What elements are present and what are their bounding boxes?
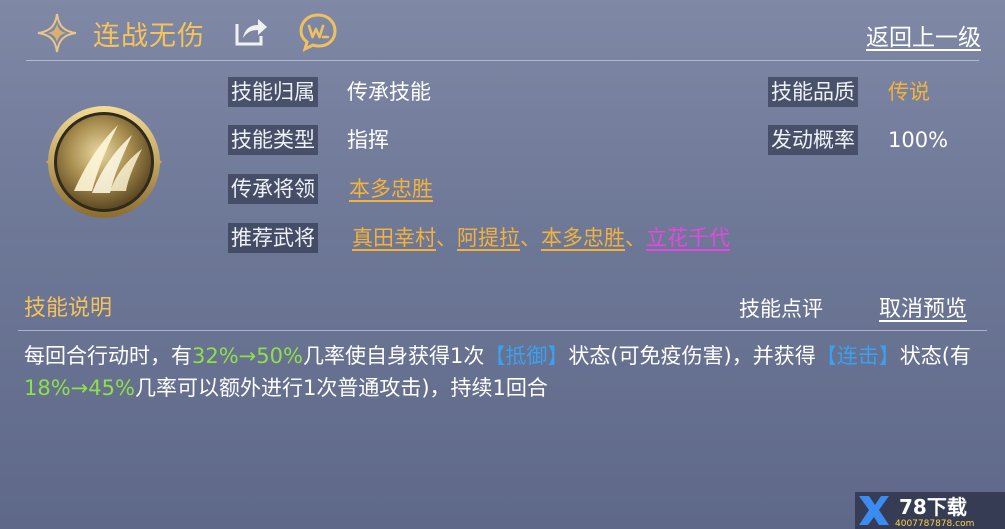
separator: 、	[520, 226, 541, 250]
cancel-preview-button[interactable]: 取消预览	[879, 291, 967, 323]
type-value: 指挥	[347, 128, 389, 152]
separator: 、	[625, 226, 646, 250]
status-tag: 【抵御】	[484, 344, 569, 368]
inherit-label: 传承将领	[228, 174, 318, 204]
rate-value: 18%→45%	[24, 376, 135, 400]
section-divider	[18, 330, 987, 331]
skill-description: 每回合行动时，有32%→50%几率使自身获得1次【抵御】状态(可免疫伤害)，并获…	[24, 340, 984, 404]
quality-label: 技能品质	[768, 77, 858, 107]
description-text: 几率使自身获得1次	[302, 344, 485, 368]
watermark-brand: 78下载	[899, 495, 967, 519]
back-button[interactable]: 返回上一级	[866, 18, 981, 52]
recommend-general-link[interactable]: 真田幸村	[352, 226, 436, 250]
share-icon[interactable]	[233, 14, 269, 48]
owner-label: 技能归属	[228, 77, 318, 107]
owner-value: 传承技能	[347, 80, 431, 104]
page-title: 连战无伤	[93, 21, 205, 52]
header-divider	[26, 60, 979, 61]
watermark-logo: 78下载 4007787878.com	[855, 492, 1005, 529]
description-text: 状态(可免疫伤害)，并获得	[568, 344, 816, 368]
recommend-general-link[interactable]: 立花千代	[646, 226, 730, 250]
description-text: 每回合行动时，有	[24, 344, 192, 368]
chance-label: 发动概率	[768, 125, 858, 155]
inherit-general-link[interactable]: 本多忠胜	[349, 175, 433, 203]
watermark-phone: 4007787878.com	[895, 519, 974, 529]
skill-badge-icon	[46, 106, 162, 218]
description-text: 状态(有	[899, 344, 971, 368]
quality-value: 传说	[888, 80, 930, 104]
recommend-list: 真田幸村、阿提拉、本多忠胜、立花千代	[352, 224, 730, 252]
sparkle-star-icon	[37, 13, 77, 53]
w-chat-icon[interactable]	[297, 11, 339, 53]
status-tag: 【连击】	[815, 344, 900, 368]
chance-value: 100%	[888, 128, 949, 152]
recommend-general-link[interactable]: 本多忠胜	[541, 226, 625, 250]
comment-button[interactable]: 技能点评	[739, 293, 823, 323]
recommend-label: 推荐武将	[228, 223, 318, 253]
separator: 、	[436, 226, 457, 250]
recommend-general-link[interactable]: 阿提拉	[457, 226, 520, 250]
description-text: 几率可以额外进行1次普通攻击)，持续1回合	[134, 376, 548, 400]
type-label: 技能类型	[228, 125, 318, 155]
section-title: 技能说明	[24, 296, 113, 321]
rate-value: 32%→50%	[192, 344, 303, 368]
